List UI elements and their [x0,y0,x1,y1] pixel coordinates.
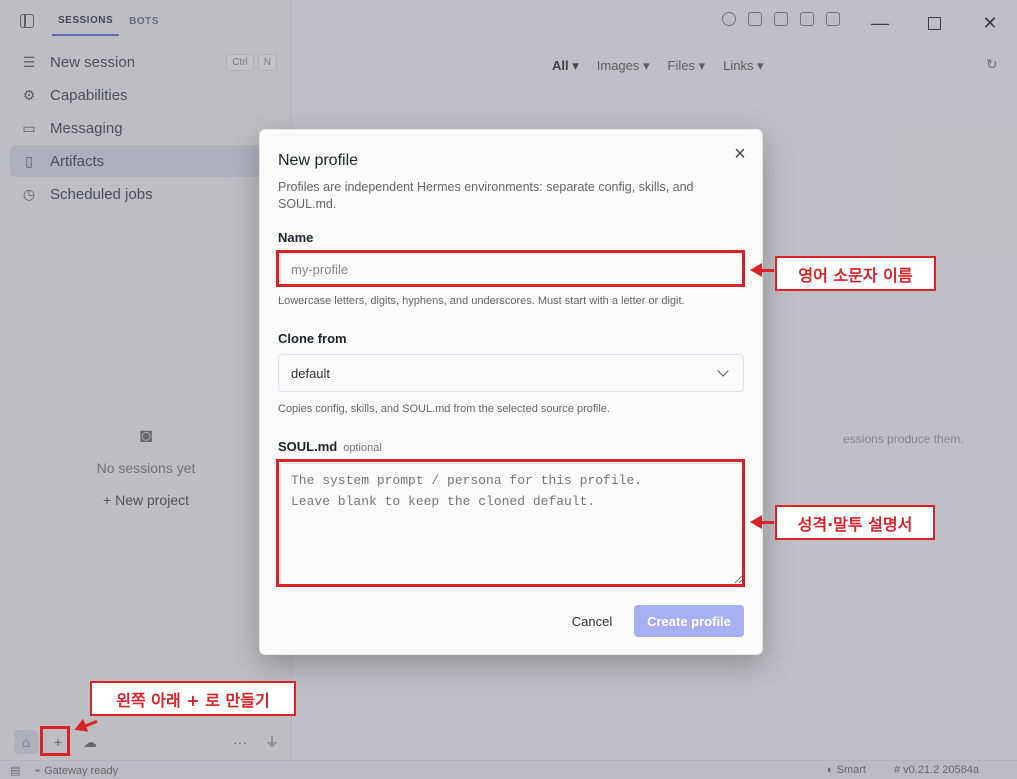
plus-callout: 왼쪽 아래 + 로 만들기 [90,681,296,716]
soul-textarea[interactable] [280,463,744,585]
soul-label-text: SOUL.md [278,439,338,454]
chevron-down-icon [717,365,729,377]
name-hint: Lowercase letters, digits, hyphens, and … [278,295,685,307]
cancel-button[interactable]: Cancel [558,606,626,636]
clone-from-select[interactable]: default [278,354,744,392]
dialog-title: New profile [278,152,359,169]
name-arrow [750,263,774,277]
clone-hint: Copies config, skills, and SOUL.md from … [278,403,610,415]
create-profile-button[interactable]: Create profile [634,605,744,637]
soul-label: SOUL.md optional [278,439,382,454]
close-dialog-button[interactable]: × [730,144,750,164]
close-icon: × [734,143,746,165]
clone-from-label: Clone from [278,331,347,346]
clone-from-value: default [291,365,331,381]
soul-arrow [750,515,774,529]
new-profile-dialog: × New profile Profiles are independent H… [259,129,763,655]
optional-tag: optional [343,442,382,454]
profile-name-input[interactable] [280,253,744,286]
name-callout: 영어 소문자 이름 [775,256,936,291]
dialog-description: Profiles are independent Hermes environm… [278,180,694,211]
name-label: Name [278,230,314,245]
soul-callout: 성격·말투 설명서 [775,505,935,540]
